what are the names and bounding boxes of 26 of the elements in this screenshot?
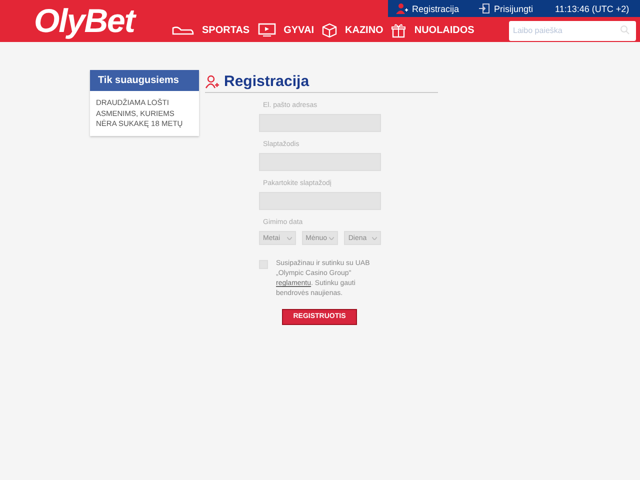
logo[interactable]: OlyBet [0, 0, 154, 42]
page-title: Registracija [224, 73, 310, 90]
clock: 11:13:46 (UTC +2) [555, 4, 630, 14]
user-add-icon [396, 3, 408, 14]
login-icon [479, 3, 490, 14]
register-link[interactable]: Registracija [396, 3, 460, 14]
tv-icon [258, 23, 276, 37]
nav-link[interactable]: SPORTAS [202, 24, 250, 36]
input-field[interactable] [259, 114, 381, 132]
notice-title: Tik suaugusiems [90, 70, 199, 91]
gift-icon [391, 22, 406, 38]
login-link[interactable]: Prisijungti [479, 3, 534, 14]
caret-icon [372, 236, 378, 240]
nav-link[interactable]: KAZINO [345, 24, 384, 36]
consent-checkbox[interactable] [259, 260, 268, 269]
caret-icon [286, 236, 292, 240]
nav-link[interactable]: GYVAI [284, 24, 314, 36]
search-icon [620, 25, 630, 35]
input-field[interactable] [259, 153, 381, 171]
shoe-icon [172, 24, 194, 36]
input-field[interactable] [259, 192, 381, 210]
user-add-icon [205, 74, 219, 88]
search-field[interactable]: Laibo paieška [509, 20, 636, 40]
nav-link[interactable]: NUOLAIDOS [414, 24, 474, 36]
dice-icon [322, 22, 337, 38]
caret-icon [329, 236, 334, 240]
